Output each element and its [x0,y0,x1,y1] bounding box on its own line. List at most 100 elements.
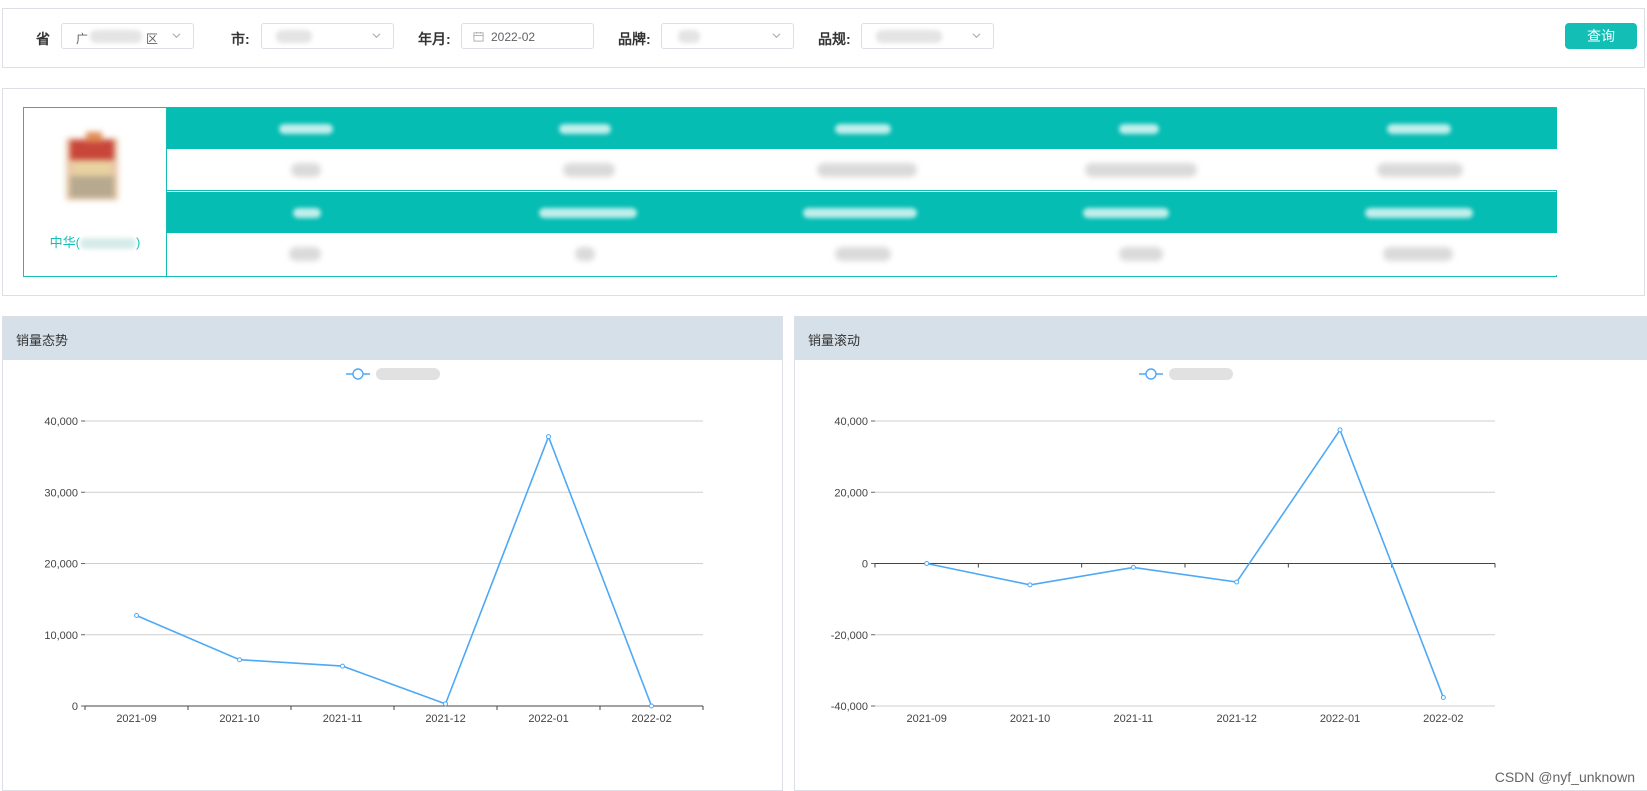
info-header-row [167,192,1557,233]
province-suffix: 区 [146,32,159,46]
x-tick-label: 2021-09 [906,713,946,725]
month-label: 年月: [418,31,451,47]
y-tick-label: 40,000 [834,416,868,428]
city-select[interactable] [261,23,394,49]
redacted-text [1383,247,1453,261]
value-cell [1001,233,1279,275]
header-cell [723,192,1001,233]
line-chart-sales-trend: 0 10,000 20,000 30,000 40,000 2021-09 2021-10 2… [44,368,704,725]
filter-bar: 省 广 区 市: 年月: 2022-02 品牌: 品规: 查询 [2,8,1645,68]
legend-label-redacted [1169,368,1233,380]
x-tick-label: 2021-12 [425,713,465,725]
query-button[interactable]: 查询 [1565,23,1637,49]
info-value-row [167,233,1557,275]
chart-panel-sales-trend: 销量态势 0 10,000 20,000 30,000 40,000 2021-09 202… [2,316,783,791]
data-point [546,434,551,440]
data-point [924,561,930,566]
value-cell [445,233,723,275]
redacted-text [817,163,917,177]
redacted-text [1085,163,1197,177]
chart-panel-sales-rolling: 销量滚动 -40,000 -20,000 0 20,000 40,000 2021-09 2… [794,316,1647,791]
legend-marker [1145,368,1157,380]
x-tick-label: 2021-10 [1010,713,1050,725]
brand-label: 品牌: [618,31,651,47]
redacted-text [876,30,942,43]
y-tick-label: 20,000 [834,487,868,499]
data-point [237,657,242,663]
watermark: CSDN @nyf_unknown [1494,769,1635,785]
redacted-text [1083,208,1169,218]
redacted-text [1365,208,1473,218]
header-cell [1279,108,1557,149]
chart-title: 销量态势 [16,333,69,348]
redacted-text [291,163,321,177]
brand-select[interactable] [661,23,794,49]
series-line [136,434,653,707]
month-value: 2022-02 [491,30,536,44]
x-tick-label: 2022-02 [631,713,671,725]
y-tick-label: 20,000 [44,559,78,571]
value-cell [1279,149,1557,190]
redacted-text [90,30,142,43]
y-tick-label: 10,000 [44,630,78,642]
info-value-row [167,149,1557,191]
redacted-text [1377,163,1463,177]
value-cell [1001,149,1279,190]
redacted-text [835,124,891,134]
calendar-icon [473,31,484,42]
chevron-down-icon [172,33,181,39]
header-cell [1001,108,1279,149]
brand-logo [66,132,118,200]
data-point [1440,694,1446,700]
city-label: 市: [231,31,250,47]
redacted-text [289,247,321,261]
data-point [443,701,448,707]
redacted-text [1119,247,1163,261]
data-point [649,703,654,709]
redacted-text [563,163,615,177]
line-chart-sales-rolling: -40,000 -20,000 0 20,000 40,000 2021-09 2021-1… [831,368,1496,725]
header-cell [445,108,723,149]
header-cell [1001,192,1279,233]
data-point [340,663,345,669]
value-cell [445,149,723,190]
y-tick-label: 40,000 [44,416,78,428]
legend-marker [352,368,364,380]
header-cell [167,192,445,233]
y-tick-label: 0 [862,559,868,571]
province-label: 省 [36,31,50,47]
brand-name-suffix: ) [136,235,141,250]
redacted-text [276,30,312,43]
x-tick-label: 2022-01 [1320,713,1360,725]
redacted-text [279,124,333,134]
x-tick-label: 2021-10 [219,713,259,725]
value-cell [167,233,445,275]
y-tick-label: 0 [72,701,78,713]
brand-name: 中华() [24,232,166,251]
data-point [1337,427,1343,433]
y-tick-label: -20,000 [831,630,868,642]
y-tick-label: -40,000 [831,701,868,713]
info-table: 中华() [23,107,1557,277]
y-tick-label: 30,000 [44,487,78,499]
province-select[interactable]: 广 区 [61,23,194,49]
chart-header: 销量态势 [3,317,782,360]
chevron-down-icon [972,33,981,39]
legend-label-redacted [376,368,440,380]
month-picker[interactable]: 2022-02 [461,23,594,49]
redacted-text [803,208,917,218]
value-cell [723,233,1001,275]
info-panel: 中华() [2,88,1645,296]
x-tick-label: 2021-12 [1216,713,1256,725]
x-tick-label: 2021-09 [116,713,156,725]
redacted-text [1119,124,1159,134]
redacted-text [293,208,321,218]
redacted-text [539,208,637,218]
brand-logo-cell: 中华() [24,108,167,276]
x-tick-label: 2021-11 [323,713,363,725]
header-cell [445,192,723,233]
chart-header: 销量滚动 [795,317,1647,360]
redacted-text [559,124,611,134]
province-value: 广 [76,32,89,46]
spec-select[interactable] [861,23,994,49]
